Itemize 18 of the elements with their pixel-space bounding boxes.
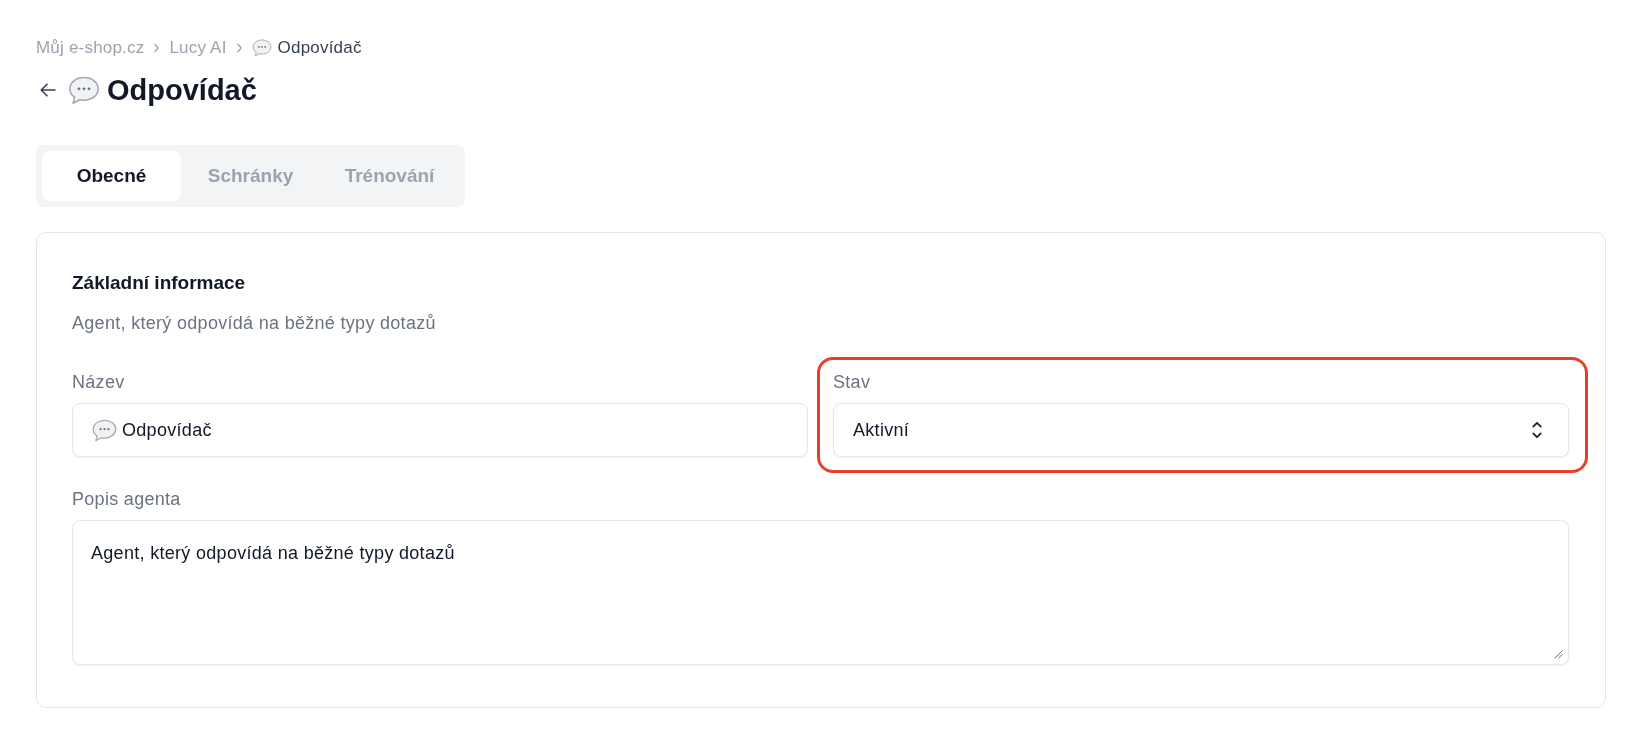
arrow-left-icon [40,83,56,97]
tab[interactable]: Obecné [42,151,181,201]
resize-handle-icon[interactable] [1554,650,1563,659]
chevron-right-icon [153,43,161,53]
name-field[interactable]: Odpovídač [72,403,808,457]
field-label: Popis agenta [72,488,182,510]
status-select[interactable]: Aktivní [833,403,1569,457]
field-label: Stav [833,371,872,393]
description-field[interactable]: Agent, který odpovídá na běžné typy dotazů [72,520,1569,665]
field-label: Název [72,371,126,393]
back-button[interactable] [38,81,58,99]
chevron-up-down-icon [1532,420,1542,440]
speech-bubble-icon [68,75,100,105]
page-title: Odpovídač [107,73,257,107]
chevron-right-icon [235,43,243,53]
section-description: Agent, který odpovídá na běžné typy dotazů [72,312,437,334]
breadcrumb-current: Odpovídač [277,38,362,58]
section-title: Základní informace [72,271,247,295]
